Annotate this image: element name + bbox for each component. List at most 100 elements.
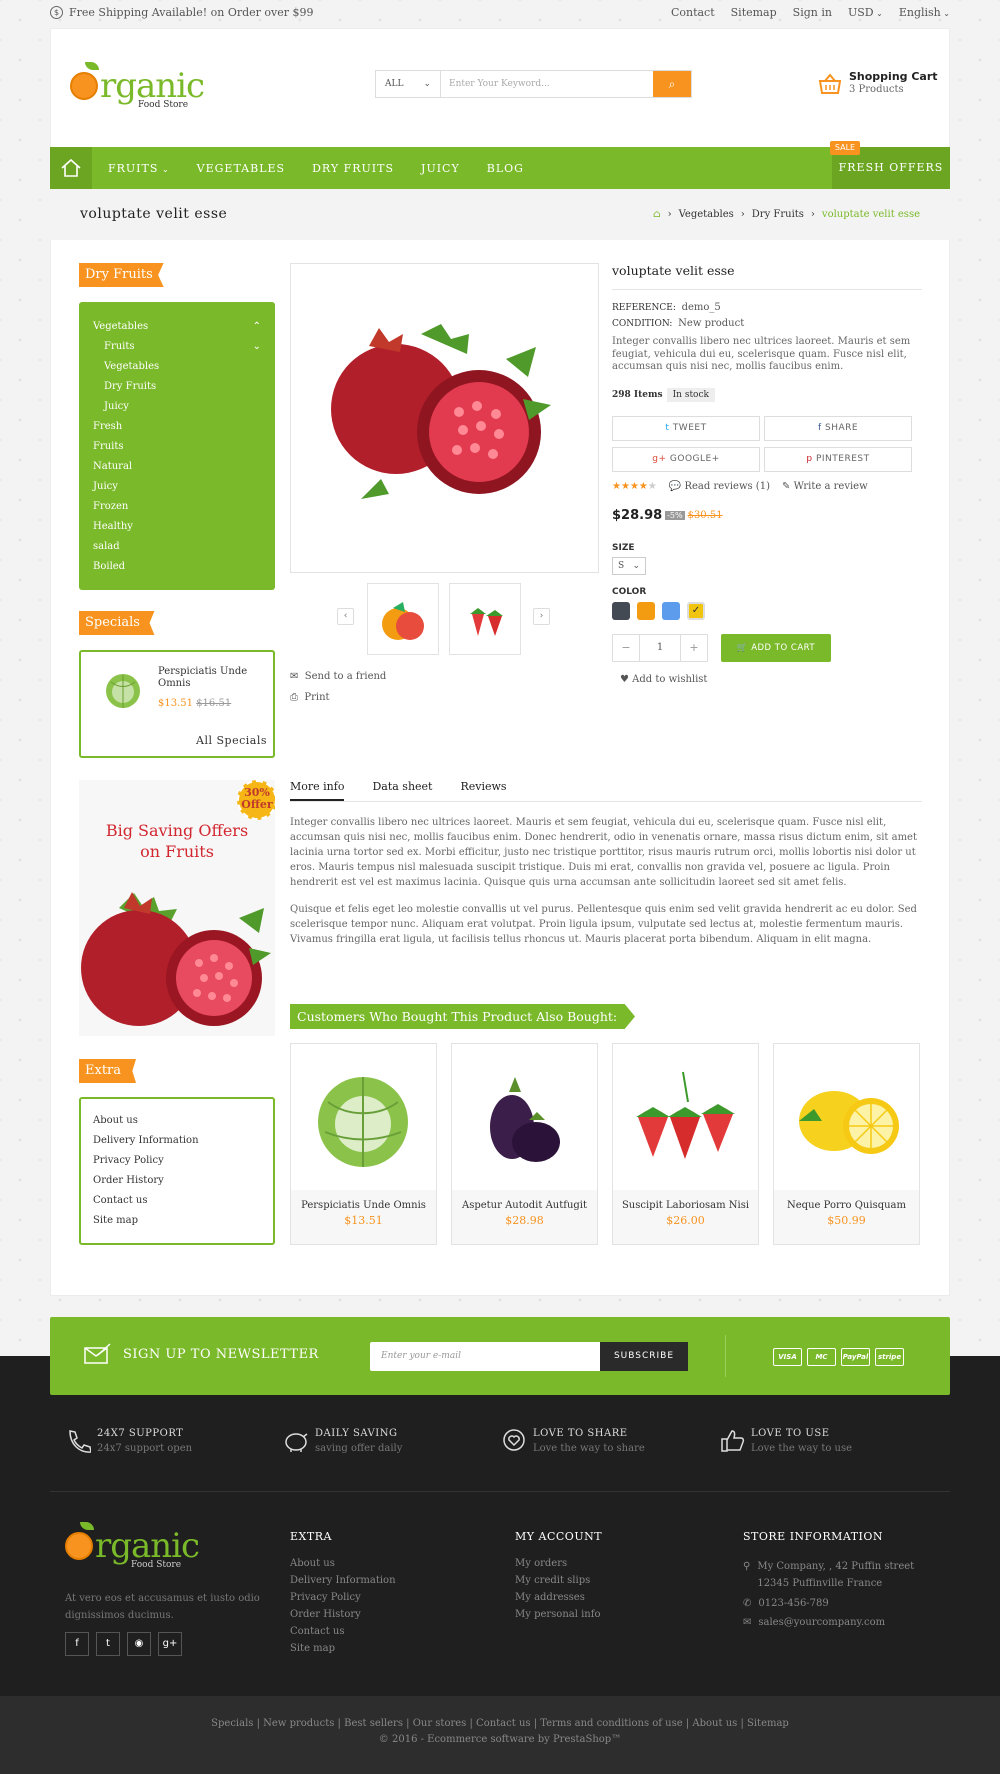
thumbnail-strawberry[interactable] bbox=[449, 583, 521, 655]
nav-item-blog[interactable]: BLOG bbox=[487, 162, 524, 175]
thumbnail-peach[interactable] bbox=[367, 583, 439, 655]
tweet-button[interactable]: t TWEET bbox=[612, 415, 760, 441]
extra-link-delivery[interactable]: Delivery Information bbox=[93, 1135, 261, 1155]
bottom-link[interactable]: Sitemap bbox=[747, 1718, 789, 1729]
footer-link[interactable]: Delivery Information bbox=[290, 1575, 396, 1592]
special-item-name[interactable]: Perspiciatis Unde Omnis bbox=[158, 666, 268, 690]
footer-logo[interactable]: rganic Food Store bbox=[65, 1520, 205, 1575]
category-item[interactable]: Frozen bbox=[93, 497, 261, 517]
footer-link[interactable]: My orders bbox=[515, 1558, 602, 1575]
product-card[interactable]: Aspetur Autodit Autfugit $28.98 bbox=[451, 1043, 598, 1245]
store-email[interactable]: ✉ sales@yourcompany.com bbox=[743, 1617, 933, 1628]
color-swatch-selected[interactable]: ✓ bbox=[687, 601, 705, 620]
bottom-link[interactable]: About us bbox=[692, 1718, 737, 1729]
extra-link-privacy[interactable]: Privacy Policy bbox=[93, 1155, 261, 1175]
footer-link[interactable]: About us bbox=[290, 1558, 396, 1575]
category-item[interactable]: Fresh bbox=[93, 417, 261, 437]
thumb-next-button[interactable]: › bbox=[533, 608, 550, 625]
bottom-link[interactable]: Specials bbox=[211, 1718, 253, 1729]
category-item[interactable]: Juicy bbox=[93, 397, 261, 417]
tab-reviews[interactable]: Reviews bbox=[460, 780, 506, 801]
color-swatch[interactable] bbox=[637, 601, 655, 620]
footer-link[interactable]: My addresses bbox=[515, 1592, 602, 1609]
bottom-link[interactable]: Best sellers bbox=[344, 1718, 403, 1729]
category-item[interactable]: Dry Fruits bbox=[93, 377, 261, 397]
extra-link-contact[interactable]: Contact us bbox=[93, 1195, 261, 1215]
category-item[interactable]: Boiled bbox=[93, 557, 261, 577]
top-link-signin[interactable]: Sign in bbox=[793, 6, 832, 19]
product-card[interactable]: Neque Porro Quisquam $50.99 bbox=[773, 1043, 920, 1245]
product-card-name[interactable]: Perspiciatis Unde Omnis bbox=[291, 1200, 436, 1211]
bottom-link[interactable]: New products bbox=[263, 1718, 334, 1729]
print-link[interactable]: ⎙ Print bbox=[290, 692, 330, 703]
tab-data-sheet[interactable]: Data sheet bbox=[372, 780, 432, 801]
bottom-link[interactable]: Terms and conditions of use bbox=[540, 1718, 682, 1729]
google-plus-button[interactable]: g+ GOOGLE+ bbox=[612, 446, 760, 472]
category-item[interactable]: Fruits bbox=[93, 437, 261, 457]
category-item[interactable]: Healthy bbox=[93, 517, 261, 537]
read-reviews-link[interactable]: 💬 Read reviews (1) bbox=[669, 481, 770, 492]
product-card-name[interactable]: Suscipit Laboriosam Nisi bbox=[613, 1200, 758, 1211]
write-review-link[interactable]: ✎ Write a review bbox=[782, 481, 868, 492]
color-swatch[interactable] bbox=[612, 601, 630, 620]
top-link-contact[interactable]: Contact bbox=[671, 6, 715, 19]
category-item[interactable]: Vegetables bbox=[93, 357, 261, 377]
bottom-link[interactable]: Contact us bbox=[476, 1718, 530, 1729]
nav-item-juicy[interactable]: JUICY bbox=[421, 162, 460, 175]
bottom-link[interactable]: Our stores bbox=[413, 1718, 467, 1729]
nav-home[interactable] bbox=[50, 147, 92, 189]
nav-item-vegetables[interactable]: VEGETABLES bbox=[197, 162, 285, 175]
logo[interactable]: rganic Food Store bbox=[70, 60, 210, 115]
search-category-select[interactable]: ALL ⌄ bbox=[376, 71, 441, 97]
qty-increment-button[interactable]: + bbox=[680, 633, 708, 662]
newsletter-email-input[interactable]: Enter your e-mail bbox=[370, 1342, 600, 1371]
qty-decrement-button[interactable]: − bbox=[612, 633, 640, 662]
nav-item-dry-fruits[interactable]: DRY FRUITS bbox=[312, 162, 394, 175]
breadcrumb-vegetables[interactable]: Vegetables bbox=[679, 209, 734, 220]
category-item[interactable]: Juicy bbox=[93, 477, 261, 497]
google-plus-icon[interactable]: g+ bbox=[158, 1632, 182, 1656]
search-input[interactable]: Enter Your Keyword... bbox=[441, 71, 653, 97]
extra-link-about[interactable]: About us bbox=[93, 1115, 261, 1135]
top-link-sitemap[interactable]: Sitemap bbox=[731, 6, 777, 19]
rss-icon[interactable]: ◉ bbox=[127, 1632, 151, 1656]
language-select[interactable]: English ⌄ bbox=[899, 6, 950, 19]
size-select[interactable]: S ⌄ bbox=[612, 556, 646, 575]
thumb-prev-button[interactable]: ‹ bbox=[337, 608, 354, 625]
pinterest-button[interactable]: p PINTEREST bbox=[764, 446, 912, 472]
add-to-wishlist-link[interactable]: ♥ Add to wishlist bbox=[620, 674, 922, 685]
promo-banner[interactable]: 30% Offer Big Saving Offers on Fruits bbox=[79, 780, 275, 1036]
category-item[interactable]: Fruits ⌄ bbox=[93, 337, 261, 357]
shopping-cart[interactable]: Shopping Cart 3 Products bbox=[818, 70, 950, 102]
product-card-name[interactable]: Aspetur Autodit Autfugit bbox=[452, 1200, 597, 1211]
main-product-image[interactable] bbox=[290, 263, 599, 573]
home-icon[interactable]: ⌂ bbox=[653, 209, 661, 220]
nav-item-fruits[interactable]: FRUITS ⌄ bbox=[108, 162, 170, 175]
extra-link-sitemap[interactable]: Site map bbox=[93, 1215, 261, 1235]
facebook-share-button[interactable]: f SHARE bbox=[764, 415, 912, 441]
footer-link[interactable]: Order History bbox=[290, 1609, 396, 1626]
facebook-icon[interactable]: f bbox=[65, 1632, 89, 1656]
footer-link[interactable]: Privacy Policy bbox=[290, 1592, 396, 1609]
footer-link[interactable]: Contact us bbox=[290, 1626, 396, 1643]
currency-select[interactable]: USD ⌄ bbox=[848, 6, 883, 19]
quantity-input[interactable]: 1 bbox=[640, 633, 680, 662]
footer-link[interactable]: My personal info bbox=[515, 1609, 602, 1626]
category-item[interactable]: salad bbox=[93, 537, 261, 557]
breadcrumb-dry-fruits[interactable]: Dry Fruits bbox=[752, 209, 804, 220]
extra-link-orders[interactable]: Order History bbox=[93, 1175, 261, 1195]
twitter-icon[interactable]: t bbox=[96, 1632, 120, 1656]
product-card-name[interactable]: Neque Porro Quisquam bbox=[774, 1200, 919, 1211]
footer-link[interactable]: Site map bbox=[290, 1643, 396, 1660]
cabbage-thumbnail[interactable] bbox=[103, 670, 143, 710]
add-to-cart-button[interactable]: 🛒 ADD TO CART bbox=[721, 633, 831, 662]
subscribe-button[interactable]: SUBSCRIBE bbox=[600, 1342, 688, 1371]
footer-link[interactable]: My credit slips bbox=[515, 1575, 602, 1592]
color-swatch[interactable] bbox=[662, 601, 680, 620]
product-card[interactable]: Perspiciatis Unde Omnis $13.51 bbox=[290, 1043, 437, 1245]
category-item[interactable]: Natural bbox=[93, 457, 261, 477]
product-card[interactable]: Suscipit Laboriosam Nisi $26.00 bbox=[612, 1043, 759, 1245]
all-specials-link[interactable]: All Specials bbox=[196, 734, 267, 747]
send-to-friend-link[interactable]: ✉ Send to a friend bbox=[290, 671, 386, 682]
search-button[interactable]: ⌕ bbox=[653, 71, 691, 97]
